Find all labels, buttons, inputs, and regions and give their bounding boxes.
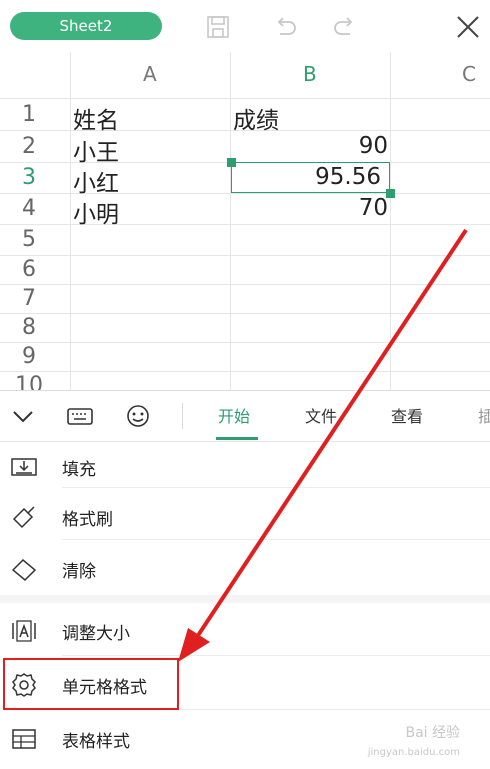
row-number[interactable]: 2 — [0, 134, 58, 159]
column-header-a[interactable]: A — [143, 62, 157, 86]
table-style-icon — [10, 725, 38, 753]
column-header-b[interactable]: B — [303, 62, 317, 86]
watermark: Bai 经验 — [405, 725, 460, 741]
cell-a3[interactable]: 小红 — [73, 164, 119, 198]
cell-a2[interactable]: 小王 — [73, 133, 119, 167]
undo-icon[interactable] — [272, 14, 298, 40]
tab-start[interactable]: 开始 — [218, 403, 250, 427]
highlight-box — [3, 658, 179, 710]
menu-item-fill[interactable]: 填充 — [0, 441, 490, 493]
menu-item-label: 清除 — [62, 562, 96, 582]
toolbar-tabs: 开始 文件 查看 插 — [0, 391, 490, 442]
active-tab-indicator — [216, 437, 258, 440]
row-number[interactable]: 5 — [0, 227, 58, 252]
section-divider — [0, 595, 490, 603]
sheet-tab[interactable]: Sheet2 — [10, 12, 162, 40]
top-bar: Sheet2 — [0, 0, 490, 52]
resize-icon — [10, 617, 38, 645]
cell-b1[interactable]: 成绩 — [233, 101, 279, 135]
chevron-down-icon[interactable] — [10, 403, 36, 429]
column-header-c[interactable]: C — [462, 62, 476, 86]
format-painter-icon — [10, 503, 38, 531]
tab-insert[interactable]: 插 — [478, 403, 490, 427]
fill-icon — [10, 453, 38, 481]
close-icon[interactable] — [455, 14, 481, 40]
row-number[interactable]: 1 — [0, 102, 58, 127]
menu-item-label: 填充 — [62, 460, 96, 480]
menu-item-label: 表格样式 — [62, 732, 130, 752]
selection-handle[interactable] — [386, 189, 395, 198]
watermark-sub: jingyan.baidu.com — [367, 747, 460, 758]
menu-item-format-painter[interactable]: 格式刷 — [0, 491, 490, 543]
row-number[interactable]: 3 — [0, 165, 58, 190]
row-number[interactable]: 6 — [0, 257, 58, 282]
eraser-icon — [10, 555, 38, 583]
tools-panel: 开始 文件 查看 插 填充 格式刷 清除 调整大小 单元格格式 表格样式 — [0, 390, 490, 769]
column-header-row: A B C — [0, 52, 490, 98]
row-number[interactable]: 9 — [0, 344, 58, 369]
redo-icon[interactable] — [332, 14, 358, 40]
cell-selection — [231, 162, 390, 193]
cell-b2[interactable]: 90 — [233, 133, 388, 159]
tab-view[interactable]: 查看 — [391, 403, 423, 427]
keyboard-icon[interactable] — [66, 403, 94, 429]
row-number[interactable]: 8 — [0, 315, 58, 340]
tab-file[interactable]: 文件 — [305, 403, 337, 427]
row-number[interactable]: 10 — [0, 373, 58, 390]
save-icon[interactable] — [205, 14, 231, 40]
menu-item-label: 调整大小 — [62, 624, 130, 644]
row-number[interactable]: 4 — [0, 196, 58, 221]
selection-handle[interactable] — [227, 158, 236, 167]
menu-item-label: 格式刷 — [62, 510, 113, 530]
menu-item-clear[interactable]: 清除 — [0, 543, 490, 595]
cell-a1[interactable]: 姓名 — [73, 101, 119, 135]
row-number[interactable]: 7 — [0, 286, 58, 311]
spreadsheet-grid[interactable]: 1 姓名 成绩 2 小王 90 3 小红 95.56 4 小明 70 5 6 7… — [0, 98, 490, 390]
menu-item-resize[interactable]: 调整大小 — [0, 605, 490, 657]
emoji-icon[interactable] — [124, 402, 152, 430]
cell-b4[interactable]: 70 — [233, 195, 388, 221]
cell-a4[interactable]: 小明 — [73, 195, 119, 229]
